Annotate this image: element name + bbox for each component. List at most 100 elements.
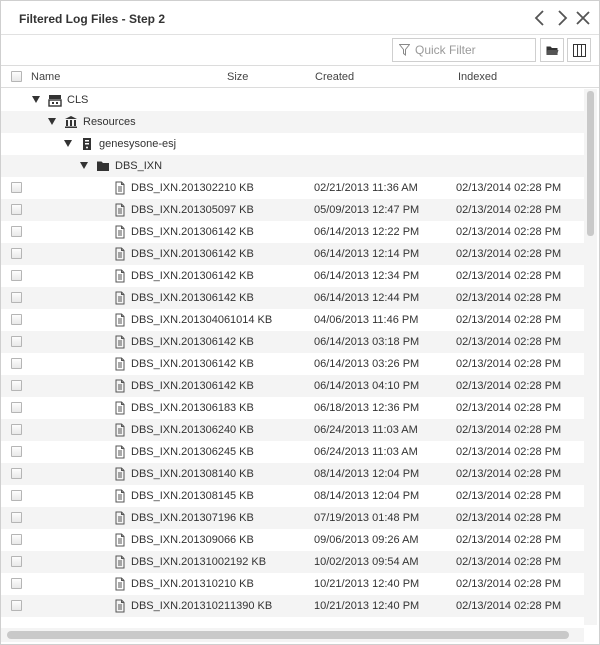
file-indexed: 02/13/2014 02:28 PM <box>456 358 562 370</box>
row-checkbox[interactable] <box>11 490 22 501</box>
file-created: 08/14/2013 12:04 PM <box>314 468 420 480</box>
log-file-icon <box>115 247 125 261</box>
file-indexed: 02/13/2014 02:28 PM <box>456 424 562 436</box>
file-row[interactable]: DBS_IXN.20130614 2 KB 06/14/2013 12:14 P… <box>1 243 584 265</box>
file-row[interactable]: DBS_IXN.20130221145 0 KB 02/21/2013 11:3… <box>1 177 584 199</box>
file-indexed: 02/13/2014 02:28 PM <box>456 534 562 546</box>
file-row[interactable]: DBS_IXN.20131021 0 KB 10/21/2013 12:40 P… <box>1 573 584 595</box>
close-button[interactable] <box>574 9 592 27</box>
file-row[interactable]: DBS_IXN.20130906 6 KB 09/06/2013 09:26 A… <box>1 529 584 551</box>
open-folder-button[interactable] <box>540 38 564 62</box>
columns-button[interactable] <box>567 38 591 62</box>
filter-icon <box>399 44 410 56</box>
file-row[interactable]: DBS_IXN.20130406 1014 KB 04/06/2013 11:4… <box>1 309 584 331</box>
tree-row-folder[interactable]: DBS_IXN <box>1 155 584 177</box>
column-header-name[interactable]: Name <box>31 71 60 83</box>
file-size: 1014 KB <box>230 314 273 326</box>
row-checkbox[interactable] <box>11 182 22 193</box>
log-file-icon <box>115 599 125 613</box>
file-row[interactable]: DBS_IXN.20130719 6 KB 07/19/2013 01:48 P… <box>1 507 584 529</box>
horizontal-scrollbar[interactable] <box>1 628 584 642</box>
row-checkbox[interactable] <box>11 600 22 611</box>
file-row[interactable]: DBS_IXN.20130814 0 KB 08/14/2013 12:04 P… <box>1 463 584 485</box>
file-indexed: 02/13/2014 02:28 PM <box>456 314 562 326</box>
file-name: DBS_IXN.20130814 <box>131 468 230 480</box>
file-indexed: 02/13/2014 02:28 PM <box>456 556 562 568</box>
row-checkbox[interactable] <box>11 270 22 281</box>
file-name: DBS_IXN.20130719 <box>131 512 230 524</box>
file-indexed: 02/13/2014 02:28 PM <box>456 402 562 414</box>
file-indexed: 02/13/2014 02:28 PM <box>456 182 562 194</box>
next-button[interactable] <box>553 9 571 27</box>
file-size: 6 KB <box>230 534 254 546</box>
file-name: DBS_IXN.20130406 <box>131 314 230 326</box>
expand-collapse-icon[interactable] <box>80 162 88 169</box>
file-row[interactable]: DBS_IXN.20130614 2 KB 06/14/2013 03:18 P… <box>1 331 584 353</box>
file-row[interactable]: DBS_IXN.20130614 2 KB 06/14/2013 12:44 P… <box>1 287 584 309</box>
tree-row-resources[interactable]: Resources <box>1 111 584 133</box>
column-header-indexed[interactable]: Indexed <box>458 71 497 83</box>
log-file-icon <box>115 423 125 437</box>
row-checkbox[interactable] <box>11 446 22 457</box>
tree-row-host[interactable]: genesysone-esj <box>1 133 584 155</box>
file-name: DBS_IXN.20130624 <box>131 446 230 458</box>
file-size: 3 KB <box>230 402 254 414</box>
quick-filter[interactable] <box>392 38 536 62</box>
vertical-scrollbar[interactable] <box>584 89 597 625</box>
file-indexed: 02/13/2014 02:28 PM <box>456 292 562 304</box>
row-checkbox[interactable] <box>11 358 22 369</box>
file-row[interactable]: DBS_IXN.20130614 2 KB 06/14/2013 12:22 P… <box>1 221 584 243</box>
row-checkbox[interactable] <box>11 424 22 435</box>
file-indexed: 02/13/2014 02:28 PM <box>456 468 562 480</box>
log-file-icon <box>115 379 125 393</box>
row-checkbox[interactable] <box>11 468 22 479</box>
row-checkbox[interactable] <box>11 534 22 545</box>
column-header-created[interactable]: Created <box>315 71 354 83</box>
file-name: DBS_IXN.20130614 <box>131 358 230 370</box>
file-size: 2 KB <box>230 248 254 260</box>
quick-filter-input[interactable] <box>415 41 531 59</box>
file-row[interactable]: DBS_IXN.20130509 7 KB 05/09/2013 12:47 P… <box>1 199 584 221</box>
file-row[interactable]: DBS_IXN.20130614 2 KB 06/14/2013 04:10 P… <box>1 375 584 397</box>
horizontal-scrollbar-thumb[interactable] <box>7 631 569 639</box>
log-file-icon <box>115 357 125 371</box>
row-checkbox[interactable] <box>11 402 22 413</box>
file-row[interactable]: DBS_IXN.20130624 5 KB 06/24/2013 11:03 A… <box>1 441 584 463</box>
file-row[interactable]: DBS_IXN.20131002 192 KB 10/02/2013 09:54… <box>1 551 584 573</box>
row-checkbox[interactable] <box>11 204 22 215</box>
row-checkbox[interactable] <box>11 336 22 347</box>
file-row[interactable]: DBS_IXN.20130624 0 KB 06/24/2013 11:03 A… <box>1 419 584 441</box>
tree-row-root[interactable]: CLS <box>1 89 584 111</box>
file-row[interactable]: DBS_IXN.20130614 2 KB 06/14/2013 12:34 P… <box>1 265 584 287</box>
expand-collapse-icon[interactable] <box>32 96 40 103</box>
file-row[interactable]: DBS_IXN.20131021 1390 KB 10/21/2013 12:4… <box>1 595 584 617</box>
columns-icon <box>572 43 586 57</box>
vertical-scrollbar-thumb[interactable] <box>587 91 594 236</box>
previous-button[interactable] <box>531 9 549 27</box>
log-file-icon <box>115 313 125 327</box>
log-file-icon <box>115 511 125 525</box>
file-created: 10/21/2013 12:40 PM <box>314 600 420 612</box>
file-size: 0 KB <box>230 468 254 480</box>
select-all-checkbox[interactable] <box>11 71 22 82</box>
file-row[interactable]: DBS_IXN.20130814 5 KB 08/14/2013 12:04 P… <box>1 485 584 507</box>
file-name: DBS_IXN.20130618 <box>131 402 230 414</box>
file-indexed: 02/13/2014 02:28 PM <box>456 490 562 502</box>
row-checkbox[interactable] <box>11 226 22 237</box>
file-name: DBS_IXN.20130614 <box>131 270 230 282</box>
file-created: 06/24/2013 11:03 AM <box>314 424 418 436</box>
row-checkbox[interactable] <box>11 314 22 325</box>
row-checkbox[interactable] <box>11 380 22 391</box>
row-checkbox[interactable] <box>11 292 22 303</box>
expand-collapse-icon[interactable] <box>64 140 72 147</box>
row-checkbox[interactable] <box>11 512 22 523</box>
file-row[interactable]: DBS_IXN.20130614 2 KB 06/14/2013 03:26 P… <box>1 353 584 375</box>
column-header-size[interactable]: Size <box>227 71 248 83</box>
expand-collapse-icon[interactable] <box>48 118 56 125</box>
panel-title: Filtered Log Files - Step 2 <box>19 12 166 26</box>
file-row[interactable]: DBS_IXN.20130618 3 KB 06/18/2013 12:36 P… <box>1 397 584 419</box>
row-checkbox[interactable] <box>11 556 22 567</box>
row-checkbox[interactable] <box>11 248 22 259</box>
file-indexed: 02/13/2014 02:28 PM <box>456 248 562 260</box>
row-checkbox[interactable] <box>11 578 22 589</box>
